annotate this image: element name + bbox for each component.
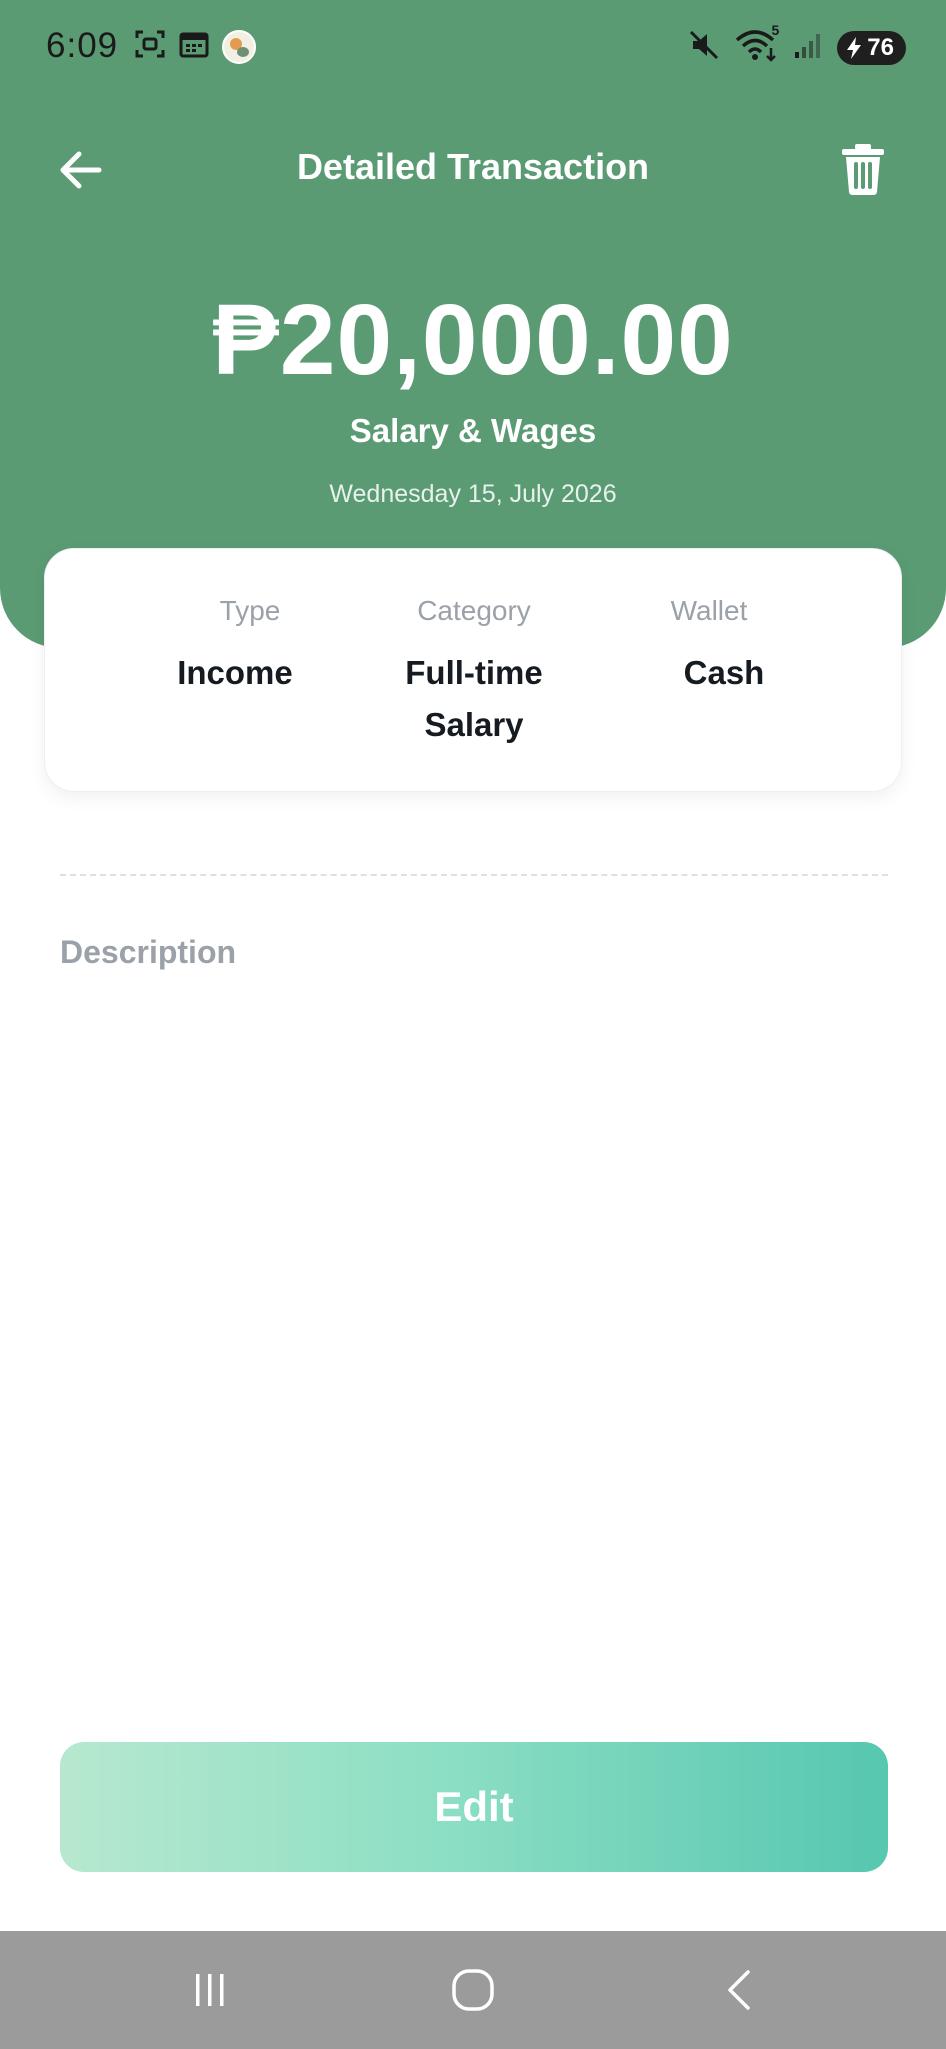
wallet-label: Wallet xyxy=(670,595,748,626)
recents-button[interactable] xyxy=(150,1931,270,2049)
status-right-icons: 5 76 xyxy=(687,22,906,67)
avatar-icon xyxy=(222,29,256,64)
wifi-badge: 5 xyxy=(771,22,780,38)
wallet-value: Cash xyxy=(683,654,765,691)
status-left-icons xyxy=(134,28,256,65)
wifi-icon: 5 xyxy=(735,22,779,67)
delete-button[interactable] xyxy=(832,138,894,200)
type-column: Type Income xyxy=(120,595,380,699)
status-bar: 6:09 5 76 xyxy=(0,0,946,92)
calendar-icon xyxy=(178,28,210,65)
mute-icon xyxy=(687,28,721,67)
category-value: Full-time Salary xyxy=(405,654,543,743)
system-nav-bar xyxy=(0,1931,946,2049)
edit-button[interactable]: Edit xyxy=(60,1742,888,1872)
type-value: Income xyxy=(177,654,293,691)
page-title: Detailed Transaction xyxy=(296,146,650,187)
wallet-column: Wallet Cash xyxy=(594,595,854,699)
details-card: Type Income Category Full-time Salary Wa… xyxy=(44,548,902,792)
description-label: Description xyxy=(60,934,237,970)
signal-icon xyxy=(793,30,823,65)
type-label: Type xyxy=(219,595,281,626)
status-time: 6:09 xyxy=(46,26,119,65)
screenshot-icon xyxy=(134,28,166,65)
home-icon xyxy=(452,1969,494,2011)
dashed-divider xyxy=(60,874,888,876)
home-button[interactable] xyxy=(413,1931,533,2049)
transaction-date: Wednesday 15, July 2026 xyxy=(329,480,617,508)
battery-level: 76 xyxy=(867,33,894,61)
recents-icon xyxy=(196,1974,224,2006)
battery-indicator: 76 xyxy=(837,30,906,65)
charging-icon xyxy=(847,36,862,59)
back-icon xyxy=(728,1970,750,2010)
trash-icon xyxy=(842,144,884,195)
nav-back-button[interactable] xyxy=(680,1931,800,2049)
transaction-amount: ₱20,000.00 xyxy=(212,284,734,396)
transaction-title: Salary & Wages xyxy=(349,412,597,449)
